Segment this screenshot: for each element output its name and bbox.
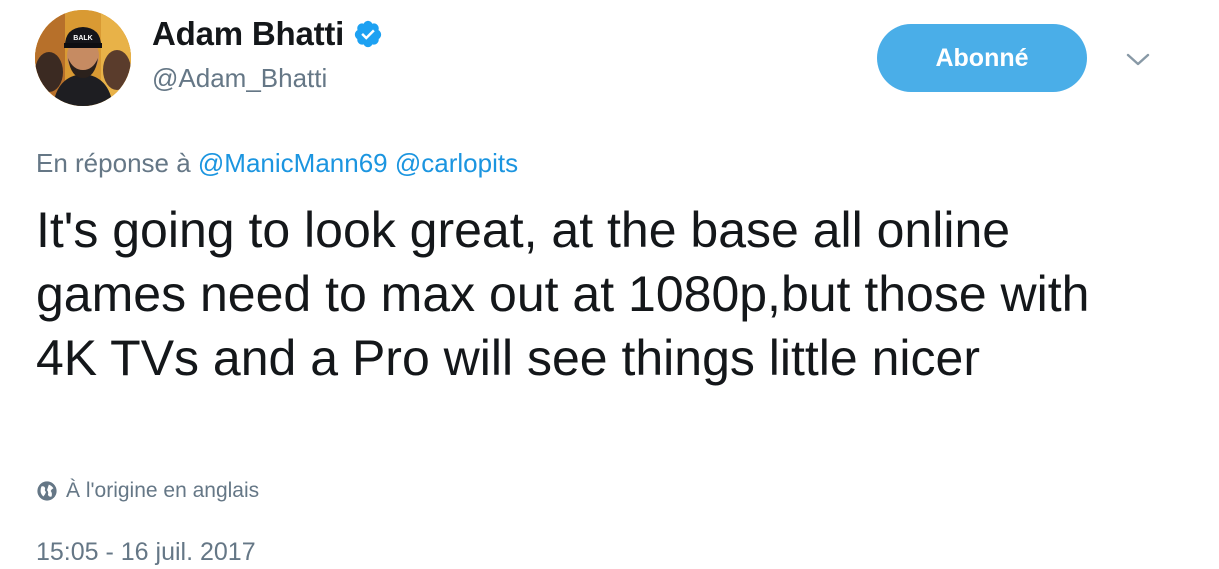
translation-note[interactable]: À l'origine en anglais	[36, 479, 259, 503]
svg-text:BALK: BALK	[73, 35, 92, 42]
author-name-row: Adam Bhatti	[152, 13, 383, 55]
verified-badge-icon	[353, 19, 383, 49]
author-handle[interactable]: @Adam_Bhatti	[152, 63, 383, 94]
author-block: Adam Bhatti @Adam_Bhatti	[152, 13, 383, 94]
more-options-button[interactable]	[1122, 44, 1154, 76]
profile-photo-icon: BALK	[35, 10, 131, 106]
tweet-timestamp[interactable]: 15:05 - 16 juil. 2017	[36, 538, 256, 567]
reply-context: En réponse à @ManicMann69 @carlopits	[36, 148, 518, 179]
reply-mention-link[interactable]: @ManicMann69	[198, 148, 388, 178]
following-button[interactable]: Abonné	[877, 24, 1087, 92]
chevron-down-icon	[1126, 53, 1150, 66]
translation-note-label: À l'origine en anglais	[66, 479, 260, 502]
globe-icon	[36, 480, 58, 502]
tweet-card: BALK Adam Bhatti @Adam_Bhatti Abonné En …	[0, 0, 1219, 569]
avatar[interactable]: BALK	[35, 10, 131, 106]
tweet-text: It's going to look great, at the base al…	[36, 202, 1090, 386]
reply-mention-link[interactable]: @carlopits	[395, 148, 518, 178]
author-name[interactable]: Adam Bhatti	[152, 15, 344, 53]
reply-context-prefix: En réponse à	[36, 148, 191, 178]
